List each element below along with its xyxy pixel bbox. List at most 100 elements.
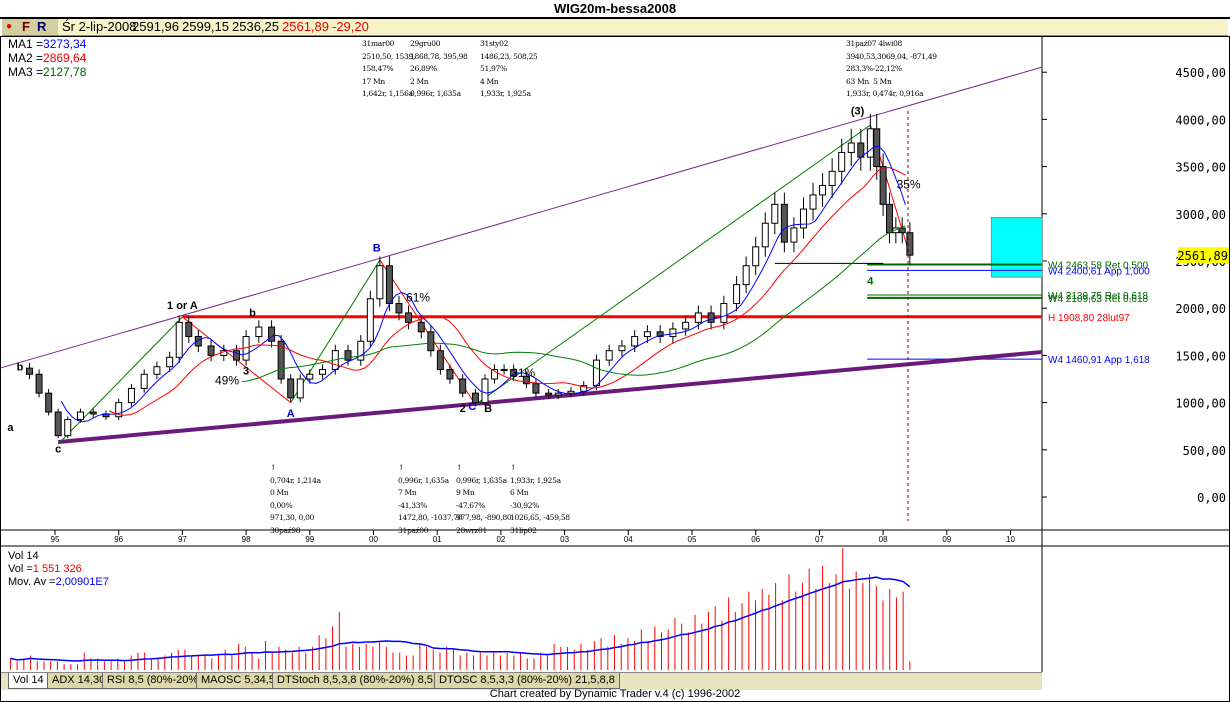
candle-body	[682, 321, 690, 330]
wave-label: B	[373, 243, 381, 255]
candle-body	[306, 373, 314, 380]
x-tick-label: 00	[369, 535, 378, 544]
y-tick-label: 3000,00	[1175, 208, 1226, 222]
candle-body	[287, 378, 295, 399]
y-tick-label: 3500,00	[1175, 161, 1226, 175]
tab-dtosc[interactable]: DTOSC 8,5,3,3 (80%-20%) 21,5,8,8	[434, 673, 620, 689]
chart-title: WIG20m-bessa2008	[0, 0, 1230, 19]
candle-body	[319, 369, 327, 375]
chart-canvas[interactable]: 0,00500,001000,001500,002000,002500,0030…	[0, 36, 1230, 672]
x-tick-label: 07	[815, 535, 824, 544]
y-tick-label: 1000,00	[1175, 397, 1226, 411]
candle-body	[761, 222, 769, 248]
candle-body	[153, 366, 161, 375]
candle-body	[605, 350, 613, 361]
tab-vol[interactable]: Vol 14	[8, 673, 49, 689]
candle-body	[89, 411, 97, 415]
x-tick-label: 95	[51, 535, 60, 544]
y-tick-label: 4500,00	[1175, 66, 1226, 80]
candle-body	[742, 265, 750, 286]
annotation-top-3: 31sty02 1486,23, 508,25 51,97% 4 Mn 1,93…	[480, 39, 538, 98]
wave-label: B	[484, 403, 492, 415]
candle-body	[185, 321, 193, 338]
quote-low: 2536,25	[232, 19, 279, 34]
candle-body	[76, 411, 84, 421]
candle-body	[790, 227, 798, 243]
wave-label: (3)	[851, 106, 865, 118]
wave-label: C	[468, 401, 476, 413]
level-label: W4 2109,63 Ret 0,618	[1048, 294, 1149, 305]
x-tick-label: 04	[624, 535, 633, 544]
moving-average-3	[241, 225, 906, 383]
candle-body	[838, 151, 846, 172]
candle-body	[64, 419, 72, 437]
trendline-wave-A-B	[290, 259, 381, 403]
level-label: W4 1460,91 App 1,618	[1048, 355, 1150, 366]
annotation-bottom-1: ↑ 0,704r, 1,214a 0 Mn 0,00% 971,30, 0,00…	[270, 463, 321, 535]
wave-label: a	[7, 422, 14, 434]
volume-title: Vol 14	[8, 550, 39, 562]
candle-body	[592, 359, 600, 387]
candle-body	[357, 340, 365, 361]
y-tick-label: 1500,00	[1175, 349, 1226, 363]
annotation-bottom-3: ↑ 0,996r, 1,635a 9 Mn -47,67% 977,98, -8…	[456, 463, 512, 535]
wave-label: 1 or A	[167, 300, 198, 312]
candle-body	[255, 326, 263, 338]
candle-body	[828, 170, 836, 186]
candle-body	[35, 373, 43, 394]
level-label: H 1908,80 28lut97	[1048, 313, 1130, 324]
y-tick-label: 2000,00	[1175, 302, 1226, 316]
wave-label: 3	[243, 365, 249, 377]
x-tick-label: 08	[879, 535, 888, 544]
candle-body	[140, 373, 148, 389]
tab-dtstoch[interactable]: DTStoch 8,5,3,8 (80%-20%) 8,5,3,8	[272, 673, 457, 689]
f-button[interactable]: F	[22, 19, 30, 35]
r-button[interactable]: R	[37, 19, 46, 35]
wave-label: b	[17, 362, 24, 374]
quote-date: Śr 2-lip-2008	[62, 19, 137, 34]
tab-adx[interactable]: ADX 14,30	[47, 673, 111, 689]
candle-body	[344, 350, 352, 361]
candle-body	[631, 336, 639, 347]
candle-body	[898, 227, 906, 234]
candle-body	[459, 378, 467, 394]
y-tick-label: 500,00	[1183, 444, 1226, 458]
x-tick-label: 96	[114, 535, 123, 544]
x-tick-label: 98	[242, 535, 251, 544]
wave-label: 61%	[406, 291, 430, 305]
candle-body	[618, 345, 626, 352]
candle-body	[376, 265, 384, 300]
record-dot-icon[interactable]: ●	[6, 19, 12, 35]
x-tick-label: 09	[942, 535, 951, 544]
candle-body	[819, 184, 827, 196]
x-tick-label: 05	[688, 535, 697, 544]
wave-label: 4	[867, 276, 874, 288]
quote-close: 2561,89	[282, 19, 329, 34]
x-tick-label: 06	[751, 535, 760, 544]
quote-bar: ● F R Śr 2-lip-2008 2591,96 2599,15 2536…	[2, 19, 1228, 36]
candle-body	[720, 302, 728, 323]
candle-body	[54, 411, 62, 437]
quote-open: 2591,96	[132, 19, 179, 34]
quote-change: -29,20	[332, 19, 369, 34]
candle-body	[45, 392, 53, 413]
wave-label: 35%	[897, 177, 921, 191]
candle-body	[296, 378, 304, 399]
candle-body	[707, 312, 715, 323]
candle-body	[780, 203, 788, 243]
candle-body	[799, 208, 807, 229]
volume-moving-average: Mov. Av =2,00901E7	[8, 576, 109, 588]
candle-body	[554, 392, 562, 396]
candle-body	[175, 321, 183, 358]
wave-label: 2	[460, 403, 466, 415]
footer-credit: Chart created by Dynamic Trader v.4 (c) …	[489, 688, 741, 700]
tab-maosc[interactable]: MAOSC 5,34,5	[196, 673, 280, 689]
tab-rsi[interactable]: RSI 8,5 (80%-20%)	[102, 673, 207, 689]
candle-body	[643, 331, 651, 338]
candle-body	[879, 166, 887, 205]
wave-label: A	[287, 408, 295, 420]
wave-label: 31%	[511, 366, 535, 380]
candle-body	[446, 369, 454, 380]
candle-body	[405, 312, 413, 323]
candle-body	[669, 328, 677, 338]
